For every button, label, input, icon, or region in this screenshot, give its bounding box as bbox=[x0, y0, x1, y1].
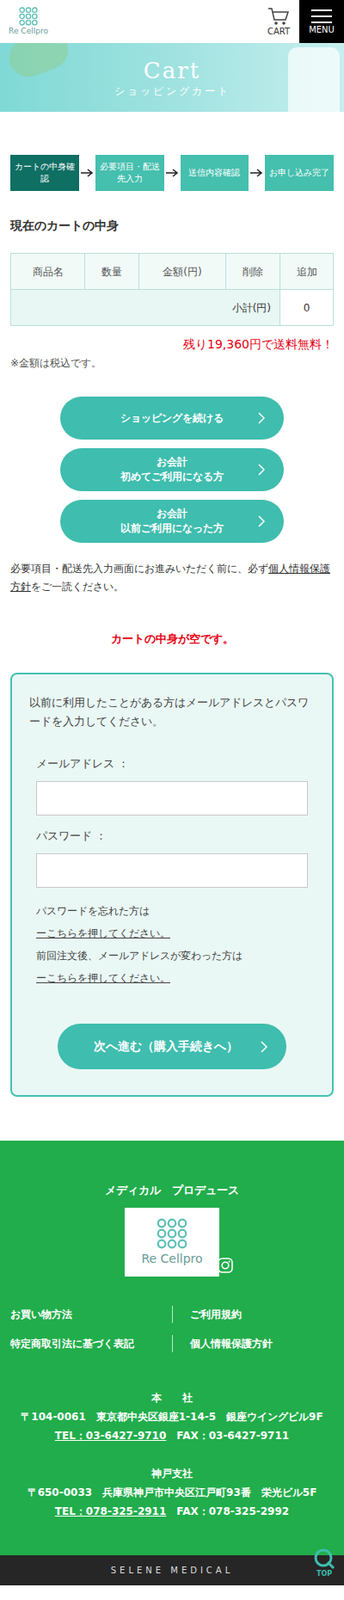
cart-link[interactable]: CART bbox=[258, 0, 300, 43]
step: カートの中身確認 bbox=[10, 154, 80, 191]
footer-links: お買い物方法ご利用規約特定商取引法に基づく表記個人情報保護方針 bbox=[0, 1305, 344, 1352]
footer-link[interactable]: 特定商取引法に基づく表記 bbox=[10, 1334, 172, 1352]
column-header: 追加 bbox=[279, 253, 333, 289]
email-change-link[interactable]: ーこちらを押してください。 bbox=[36, 966, 308, 989]
product-photo bbox=[288, 47, 340, 112]
submit-button[interactable]: 次へ進む（購入手続きへ） bbox=[57, 1023, 287, 1069]
privacy-notice: 必要項目・配送先入力画面にお進みいただく前に、必ず個人情報保護方針をご一読くださ… bbox=[0, 559, 344, 596]
chevron-right-icon bbox=[258, 463, 265, 476]
footer-link[interactable]: 個人情報保護方針 bbox=[172, 1334, 334, 1352]
arrow-right-icon bbox=[250, 168, 264, 178]
site-header: Re Cellpro CARTMENU bbox=[0, 0, 344, 43]
footer-logo[interactable]: Re Cellpro bbox=[124, 1207, 220, 1277]
footer-link[interactable]: お買い物方法 bbox=[10, 1305, 172, 1323]
top-button[interactable]: TOP bbox=[309, 1543, 339, 1579]
chevron-right-icon bbox=[258, 515, 265, 528]
office: 本 社〒104-0061 東京都中央区銀座1-14-5 銀座ウイングビル9FTE… bbox=[0, 1388, 344, 1445]
checkout-steps: カートの中身確認必要項目・配送先入力送信内容確認お申し込み完了 bbox=[0, 154, 344, 191]
bottom-bar: SELENE MEDICAL bbox=[0, 1554, 344, 1585]
logo-icon bbox=[18, 6, 38, 26]
chevron-right-icon bbox=[258, 411, 265, 424]
cart-table: 商品名数量金額(円)削除追加小計(円)0 bbox=[10, 252, 334, 326]
column-header: 金額(円) bbox=[138, 253, 226, 289]
step: お申し込み完了 bbox=[264, 154, 334, 191]
leaf-photo bbox=[3, 43, 74, 83]
action-button[interactable]: ショッピングを続ける bbox=[60, 396, 284, 440]
tel-link[interactable]: TEL：078-325-2911 bbox=[55, 1505, 167, 1518]
top-arrow-icon bbox=[313, 1547, 336, 1570]
page-banner: Cartショッピングカート bbox=[0, 43, 344, 112]
cart-icon bbox=[266, 6, 291, 27]
subtotal-row: 小計(円)0 bbox=[11, 288, 333, 326]
menu-button[interactable]: MENU bbox=[299, 0, 344, 43]
action-button[interactable]: お会計初めてご利用になる方 bbox=[60, 448, 284, 492]
password-input[interactable] bbox=[36, 853, 308, 888]
hamburger-icon bbox=[310, 7, 333, 25]
email-input[interactable] bbox=[36, 780, 308, 816]
column-header: 商品名 bbox=[11, 253, 85, 289]
step: 必要項目・配送先入力 bbox=[95, 154, 165, 191]
forgot-password-link[interactable]: ーこちらを押してください。 bbox=[36, 921, 308, 945]
arrow-right-icon bbox=[80, 168, 94, 178]
instagram-icon[interactable] bbox=[217, 1257, 234, 1273]
login-box: 以前に利用したことがある方はメールアドレスとパスワードを入力してください。メール… bbox=[10, 672, 334, 1097]
arrow-right-icon bbox=[165, 168, 179, 178]
office: 神戸支社〒650-0033 兵庫県神戸市中央区江戸町93番 栄光ビル5FTEL：… bbox=[0, 1463, 344, 1521]
column-header: 数量 bbox=[84, 253, 139, 289]
footer-logo-icon bbox=[156, 1217, 188, 1249]
column-header: 削除 bbox=[225, 253, 280, 289]
footer-link[interactable]: ご利用規約 bbox=[172, 1305, 334, 1323]
chevron-right-icon bbox=[260, 1040, 268, 1053]
logo[interactable]: Re Cellpro bbox=[0, 0, 52, 43]
step: 送信内容確認 bbox=[180, 154, 250, 191]
site-footer: メディカル プロデュースRe Cellproお買い物方法ご利用規約特定商取引法に… bbox=[0, 1140, 344, 1555]
action-button[interactable]: お会計以前ご利用になった方 bbox=[60, 499, 284, 543]
tel-link[interactable]: TEL：03-6427-9710 bbox=[55, 1429, 167, 1442]
